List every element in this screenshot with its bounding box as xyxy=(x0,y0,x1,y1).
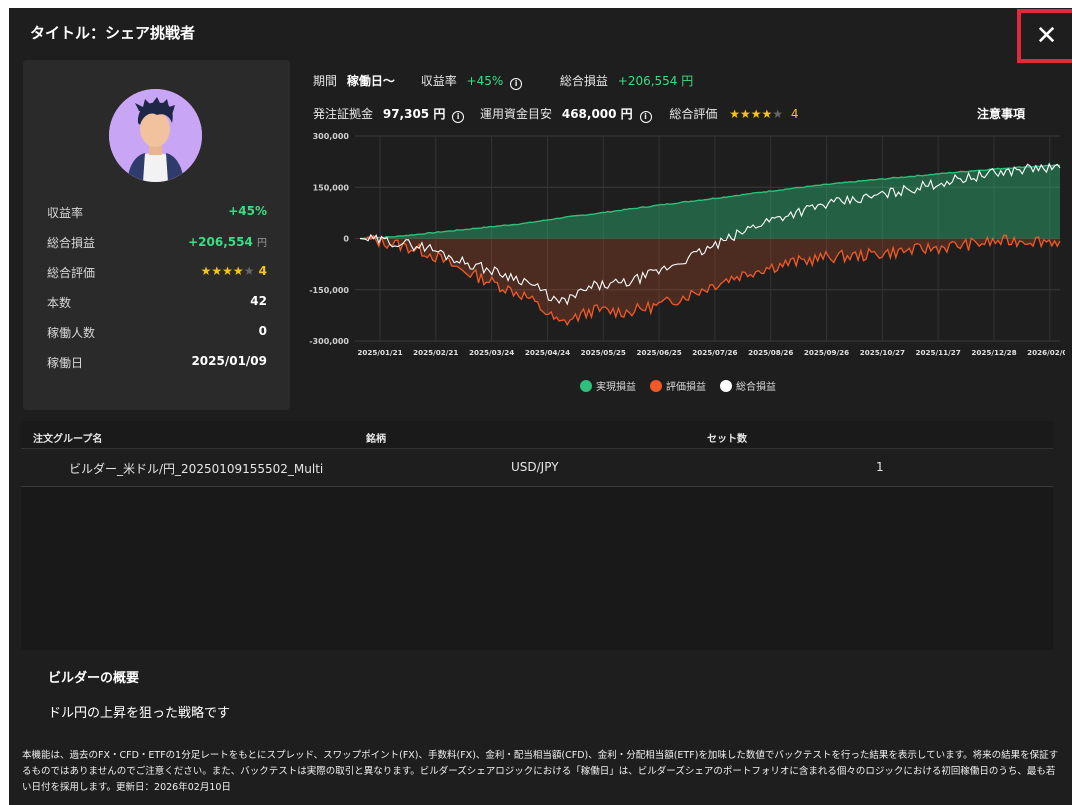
stat-label: 総合評価 xyxy=(47,266,96,280)
stat-unit: 円 xyxy=(257,238,267,249)
margin-label: 発注証拠金 xyxy=(313,107,374,121)
stat-rating: 総合評価 ★★★★★ 4 xyxy=(47,264,267,284)
rating-label: 総合評価 xyxy=(669,107,718,121)
legend-label: 評価損益 xyxy=(666,382,706,393)
column-header: 銘柄 xyxy=(366,434,386,445)
stat-label: 本数 xyxy=(47,296,72,310)
stat-value: 4 xyxy=(258,264,267,278)
stat-value: +45% xyxy=(228,204,267,218)
y-tick-label: 150,000 xyxy=(313,183,350,192)
legend-item-realized[interactable]: 実現損益 xyxy=(580,378,636,393)
margin-value: 97,305 円 xyxy=(382,107,446,121)
legend-dot-icon xyxy=(650,379,662,392)
notes-link[interactable]: 注意事項 xyxy=(977,105,1025,122)
legend-dot-icon xyxy=(580,379,592,392)
return-value: +45% xyxy=(466,74,504,88)
star-rating-icon: ★★★★★ xyxy=(200,264,255,278)
x-tick-label: 2025/07/26 xyxy=(692,348,737,357)
column-header: 注文グループ名 xyxy=(33,434,103,445)
legend-dot-icon xyxy=(720,379,732,392)
stat-count: 本数 42 xyxy=(47,294,267,314)
table-empty-area xyxy=(21,487,1053,650)
avatar-illustration xyxy=(109,89,202,182)
legend-label: 総合損益 xyxy=(736,382,776,393)
close-button[interactable]: ✕ xyxy=(1017,9,1072,63)
stat-value-wrap: +206,554 円 xyxy=(188,234,267,249)
stat-return: 収益率 +45% xyxy=(47,204,267,224)
metrics-row-2: 発注証拠金 97,305 円 i 運用資金目安 468,000 円 i 総合評価… xyxy=(313,105,798,123)
stat-label: 稼働人数 xyxy=(47,326,96,340)
chart-legend: 実現損益 評価損益 総合損益 xyxy=(580,378,776,393)
capital-label: 運用資金目安 xyxy=(480,107,553,121)
x-tick-label: 2025/09/26 xyxy=(804,348,849,357)
x-tick-label: 2025/08/26 xyxy=(748,348,793,357)
table-row[interactable]: ビルダー_米ドル/円_20250109155502_Multi USD/JPY … xyxy=(21,449,1053,487)
stat-value: 2025/01/09 xyxy=(191,354,267,368)
info-icon[interactable]: i xyxy=(452,111,465,123)
star-rating-icon: ★★★★★ xyxy=(729,107,783,121)
x-tick-label: 2025/05/25 xyxy=(581,348,626,357)
stat-total-pnl: 総合損益 +206,554 円 xyxy=(47,234,267,254)
info-icon[interactable]: i xyxy=(510,78,523,90)
avatar xyxy=(109,89,202,182)
y-tick-label: -300,000 xyxy=(309,337,349,346)
stat-start-date: 稼働日 2025/01/09 xyxy=(47,354,267,374)
legend-label: 実現損益 xyxy=(596,382,636,393)
rating-value: 4 xyxy=(790,107,799,121)
summary-heading: ビルダーの概要 xyxy=(48,671,140,686)
close-icon[interactable]: ✕ xyxy=(1036,23,1058,49)
x-tick-label: 2025/01/21 xyxy=(357,348,402,357)
info-icon[interactable]: i xyxy=(639,111,652,123)
stat-value: 42 xyxy=(250,294,267,308)
y-tick-label: 0 xyxy=(343,235,349,244)
stat-rating-wrap: ★★★★★ 4 xyxy=(201,264,267,278)
x-tick-label: 2025/10/27 xyxy=(860,348,905,357)
notes-link-label[interactable]: 注意事項 xyxy=(977,107,1025,121)
x-tick-label: 2026/02/09 xyxy=(1027,348,1065,357)
legend-item-total[interactable]: 総合損益 xyxy=(720,378,776,393)
y-tick-label: 300,000 xyxy=(313,132,350,141)
stat-value: 0 xyxy=(258,324,267,338)
pnl-chart: 300,000 150,000 0 -150,000 -300,000 2025/01/2… xyxy=(309,132,1065,357)
cell-sets: 1 xyxy=(876,460,884,474)
stat-value: +206,554 xyxy=(188,235,253,249)
disclaimer-text: 本機能は、過去のFX・CFD・ETFの1分足レートをもとにスプレッド、スワップポ… xyxy=(22,750,1059,793)
return-label: 収益率 xyxy=(420,74,457,88)
period-value: 稼働日〜 xyxy=(346,74,395,88)
stat-active-users: 稼働人数 0 xyxy=(47,324,267,344)
y-tick-label: -150,000 xyxy=(309,286,349,295)
metrics-row-1: 期間 稼働日〜 収益率 +45% i 総合損益 +206,554 円 xyxy=(313,72,693,90)
capital-value: 468,000 円 xyxy=(561,107,633,121)
stat-label: 総合損益 xyxy=(47,236,96,250)
profile-card: 収益率 +45% 総合損益 +206,554 円 総合評価 ★★★★★ 4 本数… xyxy=(23,60,290,410)
pnl-value: +206,554 円 xyxy=(617,74,694,88)
x-tick-label: 2025/06/25 xyxy=(636,348,681,357)
cell-symbol: USD/JPY xyxy=(511,460,559,474)
x-tick-label: 2025/02/21 xyxy=(413,348,458,357)
legend-item-unrealized[interactable]: 評価損益 xyxy=(650,378,706,393)
column-header: セット数 xyxy=(707,434,747,445)
cell-group-name: ビルダー_米ドル/円_20250109155502_Multi xyxy=(69,462,324,476)
x-tick-label: 2025/03/24 xyxy=(469,348,514,357)
modal-title: タイトル：シェア挑戦者 xyxy=(30,24,196,42)
x-tick-label: 2025/12/28 xyxy=(971,348,1016,357)
summary-description: ドル円の上昇を狙った戦略です xyxy=(48,706,231,721)
x-tick-label: 2025/04/24 xyxy=(525,348,570,357)
x-tick-label: 2025/11/27 xyxy=(916,348,961,357)
table-header: 注文グループ名 銘柄 セット数 xyxy=(21,421,1053,449)
pnl-label: 総合損益 xyxy=(559,74,608,88)
builder-summary: ビルダーの概要 ドル円の上昇を狙った戦略です xyxy=(21,650,1053,740)
stat-label: 収益率 xyxy=(47,206,84,220)
stat-label: 稼働日 xyxy=(47,356,84,370)
period-label: 期間 xyxy=(313,74,338,88)
